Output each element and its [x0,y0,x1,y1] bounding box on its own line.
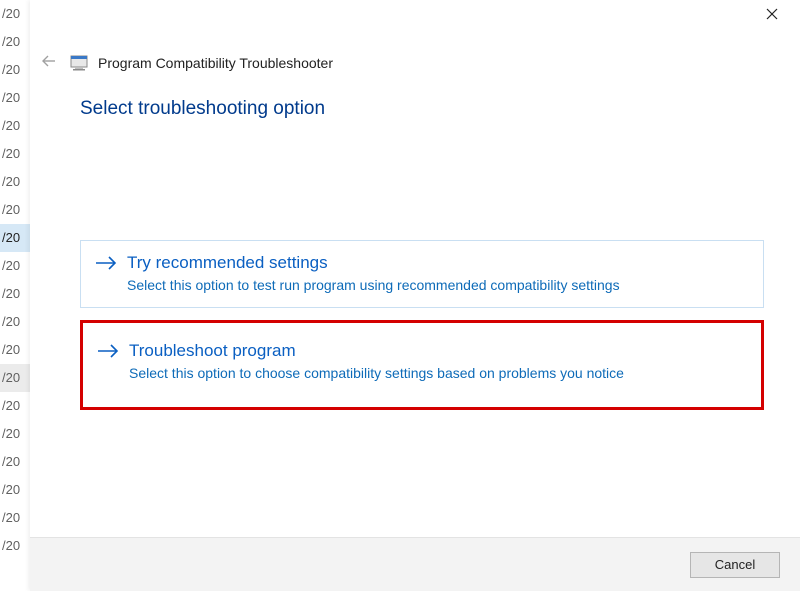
titlebar [30,0,800,32]
background-list-item[interactable]: /20 [0,84,30,112]
option-description: Select this option to test run program u… [127,277,749,293]
option-description: Select this option to choose compatibili… [129,365,747,381]
background-list-item[interactable]: /20 [0,0,30,28]
background-list-item[interactable]: /20 [0,420,30,448]
background-list-item[interactable]: /20 [0,336,30,364]
close-button[interactable] [752,2,792,30]
wizard-title: Program Compatibility Troubleshooter [98,55,333,71]
background-list-item[interactable]: /20 [0,476,30,504]
option-recommended-settings[interactable]: Try recommended settings Select this opt… [80,240,764,308]
background-list-item[interactable]: /20 [0,364,30,392]
option-title: Troubleshoot program [129,341,296,361]
background-list-item[interactable]: /20 [0,308,30,336]
background-list-item[interactable]: /20 [0,168,30,196]
troubleshooter-dialog: Program Compatibility Troubleshooter Sel… [30,0,800,591]
compatibility-icon [70,54,88,72]
background-list-item[interactable]: /20 [0,196,30,224]
dialog-footer: Cancel [30,537,800,591]
background-list-item[interactable]: /20 [0,224,30,252]
background-list-item[interactable]: /20 [0,252,30,280]
back-arrow-icon [40,52,58,75]
arrow-right-icon [97,344,119,358]
background-list-item[interactable]: /20 [0,28,30,56]
background-list-item[interactable]: /20 [0,504,30,532]
back-button[interactable] [38,52,60,74]
close-icon [766,7,778,25]
wizard-header: Program Compatibility Troubleshooter [30,32,800,74]
background-list-item[interactable]: /20 [0,112,30,140]
background-list-item[interactable]: /20 [0,56,30,84]
background-list-item[interactable]: /20 [0,532,30,560]
background-list-item[interactable]: /20 [0,392,30,420]
background-list-item[interactable]: /20 [0,280,30,308]
background-list-item[interactable]: /20 [0,140,30,168]
dialog-content: Select troubleshooting option Try recomm… [30,74,800,537]
arrow-right-icon [95,256,117,270]
background-list-item[interactable]: /20 [0,448,30,476]
option-title: Try recommended settings [127,253,328,273]
option-troubleshoot-program[interactable]: Troubleshoot program Select this option … [80,320,764,410]
cancel-button-label: Cancel [715,557,755,572]
page-heading: Select troubleshooting option [80,98,764,120]
cancel-button[interactable]: Cancel [690,552,780,578]
background-list: /20/20/20/20/20/20/20/20/20/20/20/20/20/… [0,0,30,591]
